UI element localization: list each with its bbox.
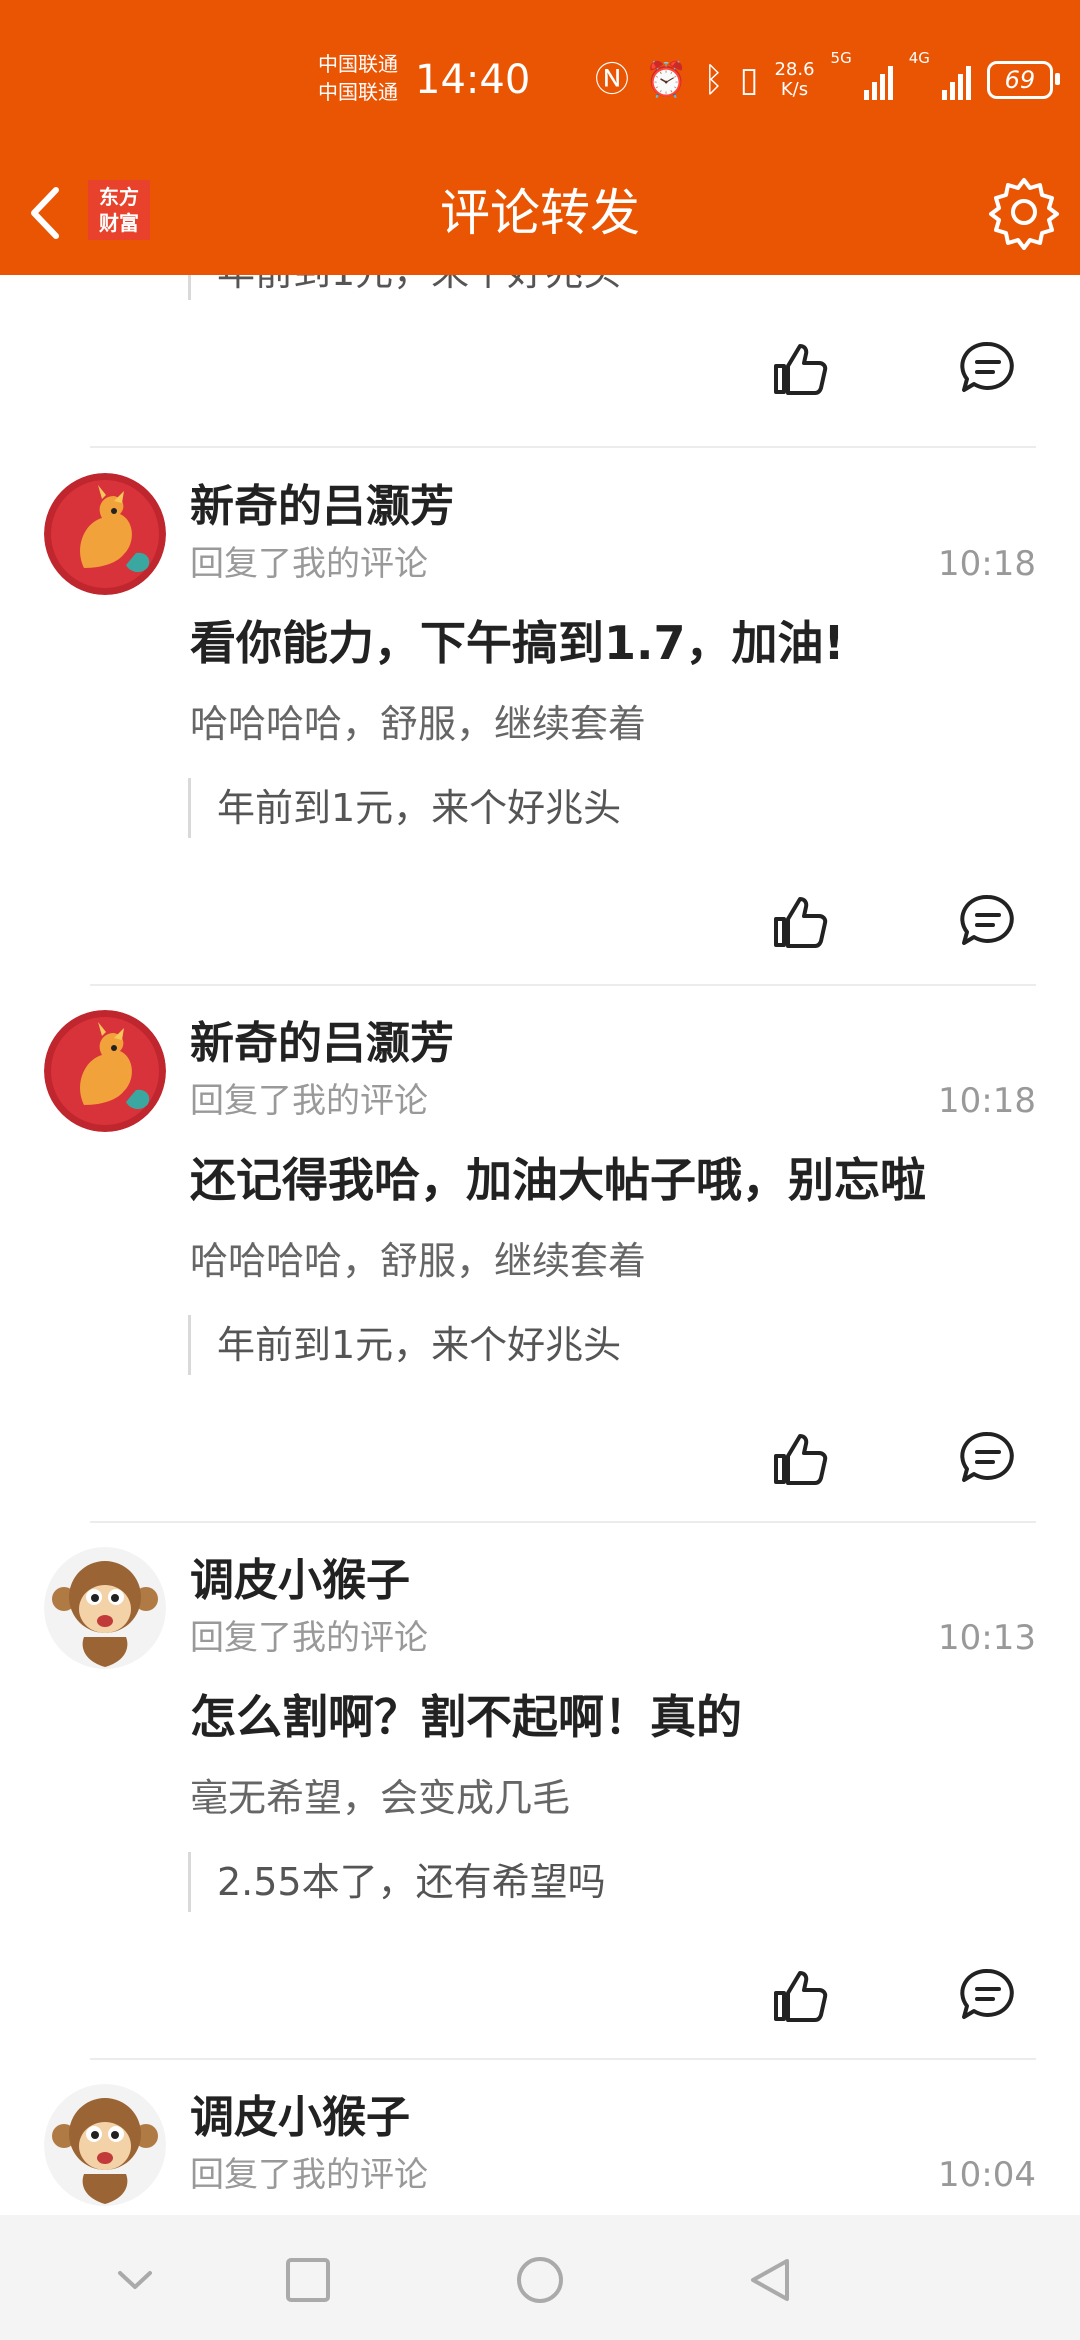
system-nav-bar [0,2215,1080,2340]
quoted-comment: 年前到1元，来个好兆头 [188,1315,621,1375]
signal-icon-2 [941,60,971,100]
username[interactable]: 调皮小猴子 [190,1552,410,1610]
comment-text[interactable]: 怎么割啊？割不起啊！真的 [190,1685,742,1749]
comment-time: 10:04 [938,2155,1036,2195]
alarm-icon: ⏰ [645,60,688,100]
reply-notice: 回复了我的评论 [190,2155,428,2195]
net-speed-value: 28.6 [774,59,815,80]
carrier-1: 中国联通 [318,52,398,76]
comment-bubble-icon[interactable] [960,1967,1016,2023]
comment-bubble-icon[interactable] [960,893,1016,949]
reply-notice: 回复了我的评论 [190,544,428,584]
comment-actions [0,1430,1080,1490]
monkey-avatar-icon [44,2084,166,2206]
comment-actions [0,340,1080,400]
reply-notice: 回复了我的评论 [190,1081,428,1121]
avatar[interactable] [44,473,166,595]
thumbs-up-icon[interactable] [772,340,830,398]
carrier-2: 中国联通 [318,80,398,104]
comment-text[interactable]: 看你能力，下午搞到1.7，加油! [190,611,844,675]
username[interactable]: 新奇的吕灏芳 [190,1015,454,1073]
battery-icon: 69 [986,61,1060,99]
divider [90,984,1036,986]
divider [90,1521,1036,1523]
app-header: 中国联通 中国联通 14:40 Ⓝ ⏰ ᛒ ▯ 28.6 K/s 5G 4G 6… [0,0,1080,275]
comment-bubble-icon[interactable] [960,340,1016,396]
reply-notice: 回复了我的评论 [190,1618,428,1658]
signal-icon-1 [863,60,893,100]
comment-actions [0,893,1080,953]
thumbs-up-icon[interactable] [772,893,830,951]
gear-icon[interactable] [986,174,1062,250]
home-circle-icon[interactable] [515,2255,565,2305]
avatar[interactable] [44,1547,166,1669]
quoted-comment: 年前到1元，来个好兆头 [188,275,621,300]
carrier-labels: 中国联通 中国联通 [318,50,398,106]
avatar[interactable] [44,1010,166,1132]
battery-level: 69 [1004,66,1036,94]
vibrate-icon: ▯ [739,60,759,100]
monkey-avatar-icon [44,1547,166,1669]
dragon-avatar-icon [44,1010,166,1132]
my-reply-text: 毫无希望，会变成几毛 [190,1776,571,1820]
recent-apps-icon[interactable] [283,2255,333,2305]
status-icons: Ⓝ ⏰ ᛒ ▯ 28.6 K/s 5G 4G 69 [595,49,1060,105]
thumbs-up-icon[interactable] [772,1430,830,1488]
comment-time: 10:18 [938,544,1036,584]
nav-bar: 东方 财富 评论转发 [0,150,1080,275]
bluetooth-icon: ᛒ [703,60,724,100]
avatar[interactable] [44,2084,166,2206]
username[interactable]: 新奇的吕灏芳 [190,478,454,536]
username[interactable]: 调皮小猴子 [190,2089,410,2147]
quoted-comment: 2.55本了，还有希望吗 [188,1852,606,1912]
net-speed-unit: K/s [780,79,809,100]
divider [90,446,1036,448]
nfc-icon: Ⓝ [595,60,629,100]
dragon-avatar-icon [44,473,166,595]
status-bar: 中国联通 中国联通 14:40 Ⓝ ⏰ ᛒ ▯ 28.6 K/s 5G 4G 6… [0,0,1080,150]
comment-actions [0,1967,1080,2027]
comment-list[interactable]: 年前到1元，来个好兆头 新奇的吕灏芳 回复了我的评论 10:18 看你能力，下午… [0,275,1080,2215]
comment-text[interactable]: 还记得我哈，加油大帖子哦，别忘啦 [190,1148,926,1212]
chevron-down-icon[interactable] [110,2255,160,2305]
comment-bubble-icon[interactable] [960,1430,1016,1486]
comment-time: 10:13 [938,1618,1036,1658]
back-triangle-icon[interactable] [745,2255,795,2305]
quoted-comment: 年前到1元，来个好兆头 [188,778,621,838]
my-reply-text: 哈哈哈哈，舒服，继续套着 [190,702,647,746]
page-title: 评论转发 [440,184,640,242]
comment-time: 10:18 [938,1081,1036,1121]
clock: 14:40 [415,57,531,103]
net-speed: 28.6 K/s [774,60,814,100]
sig1-label: 5G [830,49,852,67]
sig2-label: 4G [908,49,930,67]
my-reply-text: 哈哈哈哈，舒服，继续套着 [190,1239,647,1283]
thumbs-up-icon[interactable] [772,1967,830,2025]
divider [90,2058,1036,2060]
